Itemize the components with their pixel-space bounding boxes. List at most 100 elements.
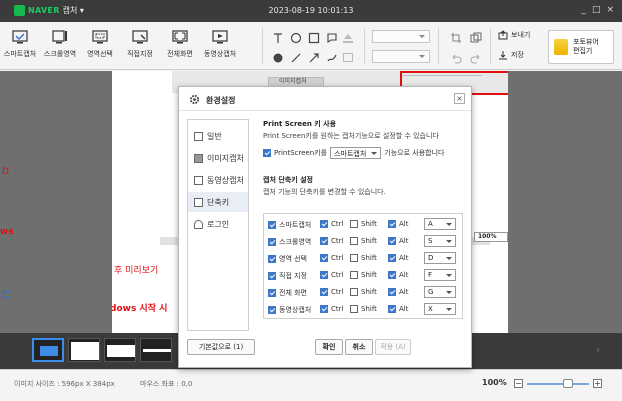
ctrl-checkbox[interactable] <box>320 271 328 279</box>
alt-checkbox[interactable] <box>388 305 396 313</box>
zoom-slider-track[interactable] <box>527 383 589 385</box>
ctrl-checkbox[interactable] <box>320 305 328 313</box>
zoom-slider-handle[interactable] <box>563 379 573 388</box>
mosaic-tool-icon[interactable] <box>272 52 284 64</box>
cancel-button[interactable]: 취소 <box>345 339 373 355</box>
shortcut-enable-checkbox[interactable] <box>268 255 276 263</box>
circle-tool-icon[interactable] <box>290 32 302 44</box>
smart-capture-button[interactable]: 스마트캡처 <box>0 30 40 59</box>
line-color-icon[interactable] <box>342 52 354 64</box>
shortcut-name: 전체 화면 <box>279 289 307 297</box>
shortcut-enable-checkbox[interactable] <box>268 238 276 246</box>
shortcut-enable-checkbox[interactable] <box>268 306 276 314</box>
shift-label: Shift <box>361 271 377 279</box>
arrow-tool-icon[interactable] <box>308 52 320 64</box>
share-button[interactable]: 보내기 <box>498 30 530 40</box>
copy-icon[interactable] <box>470 32 482 44</box>
ok-button[interactable]: 확인 <box>315 339 343 355</box>
tool-label: 스마트캡처 <box>3 50 37 58</box>
ctrl-checkbox[interactable] <box>320 254 328 262</box>
tool-label: 영역선택 <box>87 50 113 58</box>
key-dropdown[interactable]: F <box>424 269 456 281</box>
ctrl-checkbox[interactable] <box>320 288 328 296</box>
scroll-area-button[interactable]: 스크롤영역 <box>40 30 80 59</box>
key-dropdown[interactable]: G <box>424 286 456 298</box>
shift-label: Shift <box>361 220 377 228</box>
zoom-level: 100% <box>482 378 507 387</box>
thumbnail[interactable] <box>32 338 64 362</box>
printscreen-function-dropdown[interactable]: 스마트캡처 <box>330 147 382 159</box>
pen-tool-icon[interactable] <box>326 52 338 64</box>
shift-checkbox[interactable] <box>350 220 358 228</box>
background-text: dows 시작 시 <box>112 304 168 314</box>
apply-button[interactable]: 적용 (A) <box>375 339 411 355</box>
alt-checkbox[interactable] <box>388 288 396 296</box>
zoom-in-button[interactable]: + <box>593 379 602 388</box>
alt-checkbox[interactable] <box>388 220 396 228</box>
minimize-button[interactable]: _ <box>581 5 586 15</box>
dialog-close-button[interactable]: × <box>454 93 465 104</box>
ctrl-label: Ctrl <box>331 237 344 245</box>
shift-checkbox[interactable] <box>350 305 358 313</box>
strip-next-icon[interactable]: › <box>596 341 606 361</box>
shift-checkbox[interactable] <box>350 271 358 279</box>
undo-icon[interactable] <box>450 52 462 64</box>
background-text: D <box>2 167 9 177</box>
key-dropdown[interactable]: X <box>424 303 456 315</box>
speech-bubble-tool-icon[interactable] <box>326 32 338 44</box>
photo-editor-button[interactable]: 포토뷰어 편집기 <box>548 30 614 64</box>
shift-checkbox[interactable] <box>350 237 358 245</box>
ctrl-checkbox[interactable] <box>320 220 328 228</box>
background-fragment: ㄷ <box>0 288 13 304</box>
rectangle-tool-icon[interactable] <box>308 32 320 44</box>
key-dropdown[interactable]: D <box>424 252 456 264</box>
line-width-dropdown[interactable] <box>372 50 430 63</box>
restore-defaults-button[interactable]: 기본값으로 (1) <box>187 339 255 355</box>
sidebar-item-login[interactable]: 로그인 <box>188 214 248 234</box>
direct-specify-button[interactable]: 직접지정 <box>120 30 160 59</box>
printscreen-checkbox[interactable] <box>263 149 271 157</box>
redo-icon[interactable] <box>470 52 482 64</box>
tool-label: 직접지정 <box>127 50 153 58</box>
shift-checkbox[interactable] <box>350 288 358 296</box>
tool-label: 동영상캡처 <box>203 50 237 58</box>
key-dropdown[interactable]: S <box>424 235 456 247</box>
key-dropdown[interactable]: A <box>424 218 456 230</box>
sidebar-item-video-capture[interactable]: 동영상캡처 <box>188 170 248 190</box>
sidebar-item-shortcuts[interactable]: 단축키 <box>188 192 248 212</box>
shortcut-enable-checkbox[interactable] <box>268 221 276 229</box>
alt-checkbox[interactable] <box>388 237 396 245</box>
shift-label: Shift <box>361 288 377 296</box>
zoom-out-button[interactable]: − <box>514 379 523 388</box>
sidebar-item-label: 단축키 <box>207 197 230 207</box>
text-tool-icon[interactable] <box>272 32 284 44</box>
shortcut-enable-checkbox[interactable] <box>268 289 276 297</box>
line-tool-icon[interactable] <box>290 52 302 64</box>
fullscreen-button[interactable]: 전체화면 <box>160 30 200 59</box>
alt-checkbox[interactable] <box>388 271 396 279</box>
shortcut-name: 스마트캡처 <box>279 221 312 229</box>
video-capture-button[interactable]: 동영상캡처 <box>200 30 240 59</box>
background-text: 후 미리보기 <box>114 266 159 276</box>
save-button[interactable]: 저장 <box>498 50 524 60</box>
shortcut-enable-checkbox[interactable] <box>268 272 276 280</box>
close-button[interactable]: × <box>606 5 614 15</box>
shortcut-table: 스마트캡처 Ctrl Shift Alt A 스크롤영역 Ctrl Shift … <box>263 213 463 319</box>
alt-checkbox[interactable] <box>388 254 396 262</box>
fill-color-icon[interactable] <box>342 32 354 44</box>
area-select-icon <box>92 30 108 44</box>
crop-icon[interactable] <box>450 32 462 44</box>
thumbnail[interactable] <box>104 338 136 362</box>
maximize-button[interactable]: □ <box>592 5 601 15</box>
ctrl-checkbox[interactable] <box>320 237 328 245</box>
area-select-button[interactable]: 영역선택 <box>80 30 120 59</box>
sidebar-item-image-capture[interactable]: 이미지캡처 <box>188 148 248 168</box>
shift-checkbox[interactable] <box>350 254 358 262</box>
font-size-dropdown[interactable] <box>372 30 430 43</box>
save-label: 저장 <box>511 51 524 59</box>
photo-editor-logo-icon <box>554 39 568 55</box>
printscreen-suffix: 기능으로 사용합니다 <box>384 149 445 157</box>
thumbnail[interactable] <box>68 338 100 362</box>
sidebar-item-general[interactable]: 일반 <box>188 126 248 146</box>
thumbnail[interactable] <box>140 338 172 362</box>
